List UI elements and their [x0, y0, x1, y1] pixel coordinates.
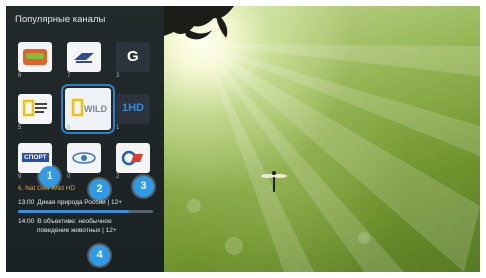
- channel-tile-2[interactable]: [67, 42, 101, 72]
- channel-logo-g-icon: G: [127, 48, 139, 65]
- channel-number-7: 9: [18, 174, 22, 180]
- channel-tile-6[interactable]: 1HD: [116, 94, 150, 124]
- next-program-title-line1: В объективе: необычное: [37, 218, 112, 225]
- channel-logo-natgeo-icon: [22, 99, 47, 117]
- channel-number-8: 0: [67, 174, 71, 180]
- channel-tile-5-focused[interactable]: WILD: [61, 84, 115, 134]
- channel-tile-8[interactable]: [67, 143, 101, 173]
- annotation-marker-2: 2: [89, 179, 110, 200]
- program-progress-bar: [18, 210, 153, 213]
- channel-number-1: 6: [18, 73, 22, 79]
- sunlight-rays-decoration: [164, 6, 480, 272]
- annotation-marker-4: 4: [89, 245, 110, 266]
- panel-title: Популярные каналы: [15, 14, 106, 25]
- channel-logo-sport-icon: СПОРТ: [22, 153, 49, 162]
- channel-number-6: 1: [116, 125, 120, 131]
- next-program: 14:00 В объективе: необычное: [18, 218, 112, 225]
- channel-logo-perviy-hd-icon: 1HD: [122, 102, 145, 114]
- channel-tile-9[interactable]: [116, 143, 150, 173]
- channel-number-4: 5: [18, 125, 22, 131]
- channel-logo-rtr-icon: [121, 150, 143, 166]
- channel-tile-3[interactable]: G: [116, 42, 150, 72]
- channel-logo-satellite-icon: [72, 152, 96, 164]
- channel-number-3: 3: [116, 73, 120, 79]
- channel-logo-orange-icon: [23, 49, 47, 65]
- popular-channels-panel: Популярные каналы 6 7 G 3 5 WILD 6 1HD 1…: [6, 6, 164, 272]
- channel-number-2: 7: [67, 73, 71, 79]
- channel-number-9: 2: [116, 174, 120, 180]
- next-program-time: 14:00: [18, 218, 35, 225]
- channel-logo-amedia-icon: [74, 53, 94, 63]
- svg-text:WILD: WILD: [84, 104, 107, 114]
- channel-tile-4[interactable]: [18, 94, 52, 124]
- current-program-time: 13:00: [18, 199, 35, 206]
- annotation-marker-1: 1: [39, 166, 60, 187]
- next-program-title-line2: поведение животных | 12+: [37, 227, 117, 234]
- program-progress-fill: [18, 210, 129, 213]
- leaf-silhouette-icon: [164, 6, 234, 40]
- tv-screen: Популярные каналы 6 7 G 3 5 WILD 6 1HD 1…: [6, 6, 480, 272]
- channel-number-5: 6: [67, 125, 71, 131]
- channel-tile-1[interactable]: [18, 42, 52, 72]
- annotation-marker-3: 3: [133, 176, 154, 197]
- channel-logo-natgeo-wild-icon: WILD: [71, 98, 107, 117]
- current-program: 13:00 Дикая природа России | 12+: [18, 199, 122, 206]
- current-program-title: Дикая природа России | 12+: [37, 199, 123, 206]
- background-video: [164, 6, 480, 272]
